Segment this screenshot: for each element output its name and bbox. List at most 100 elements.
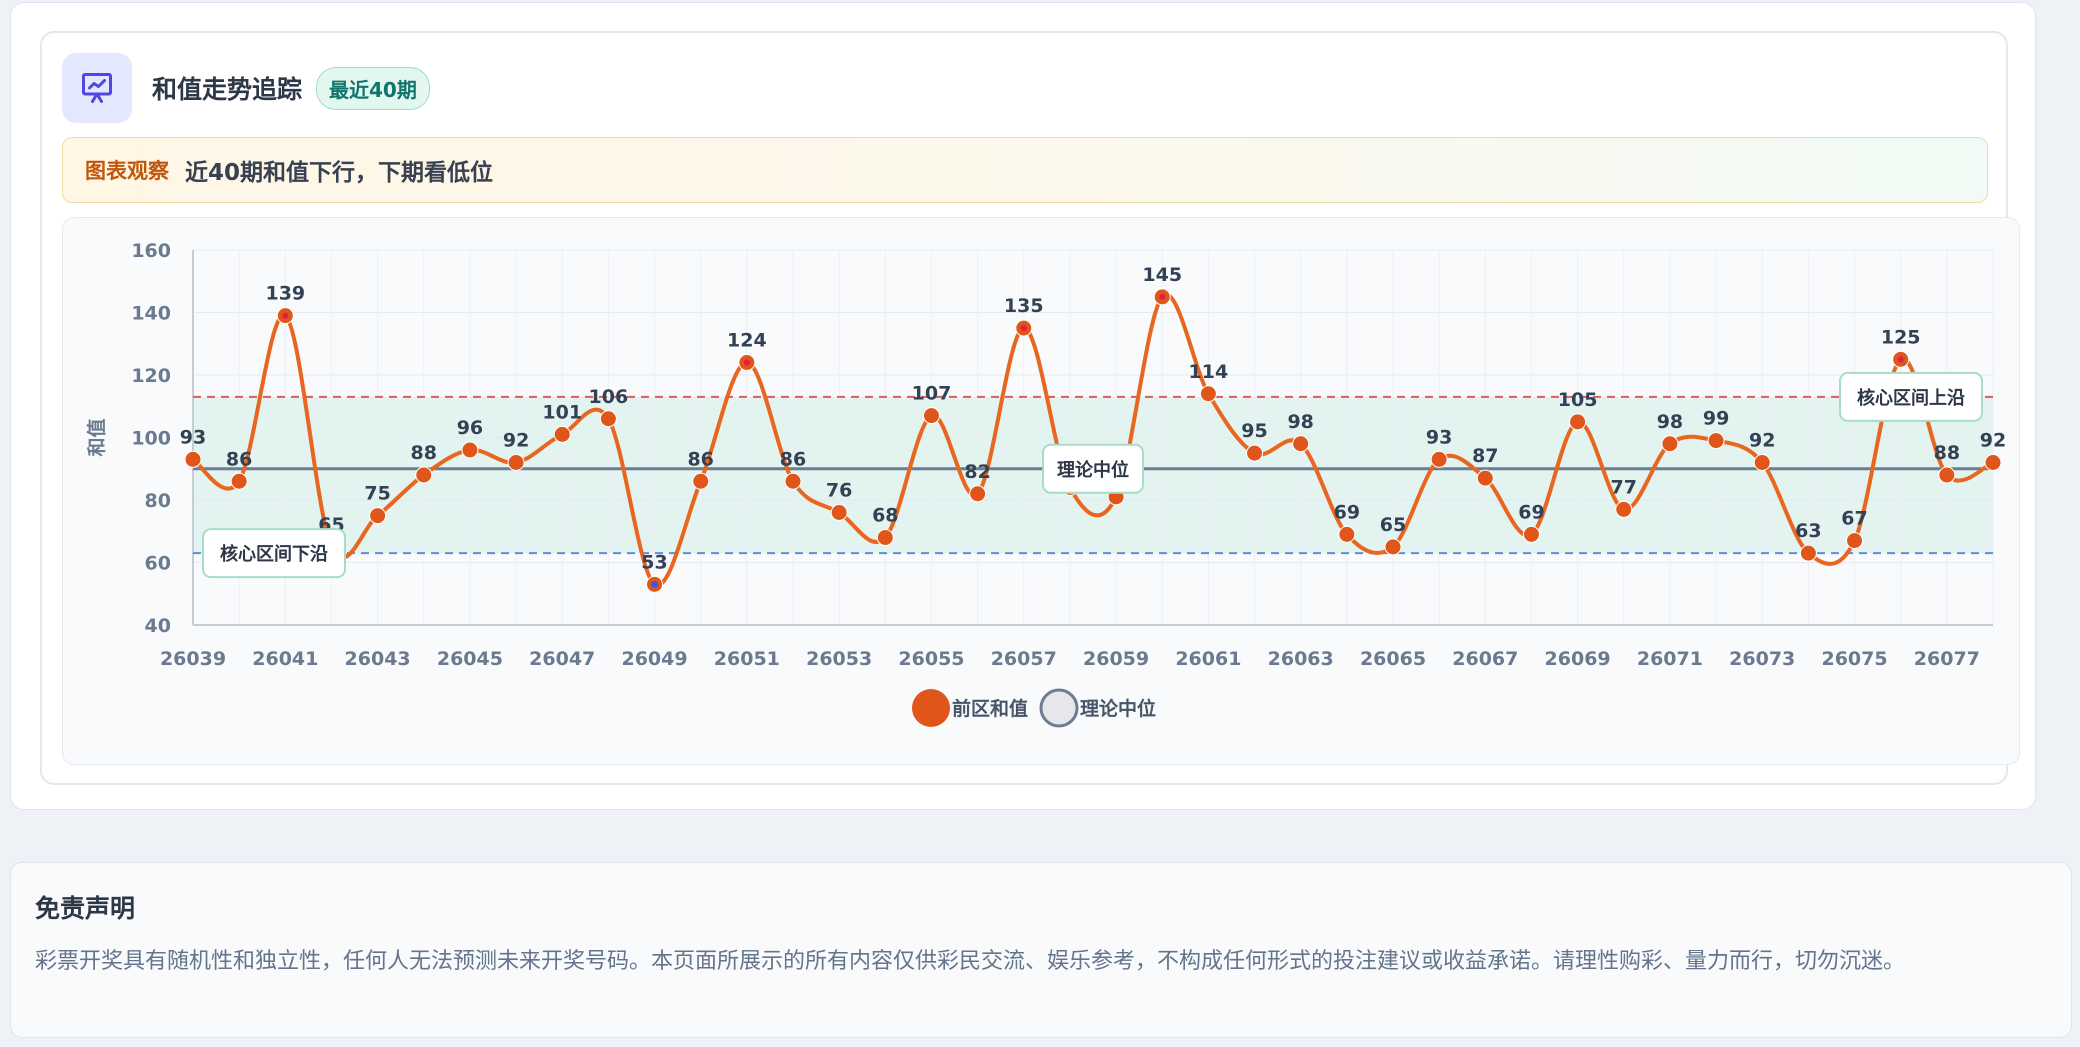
data-label: 88 <box>1934 442 1960 464</box>
data-label: 76 <box>826 480 852 502</box>
data-point <box>461 441 479 459</box>
data-label: 114 <box>1189 361 1229 383</box>
data-label: 88 <box>411 442 437 464</box>
data-point <box>553 425 571 443</box>
upper-bound-annotation: 核心区间上沿 <box>1857 387 1965 409</box>
data-label: 82 <box>964 461 990 483</box>
chart-panel: 40 60 80 100 120 140 160 26039 26041 26043 26045 26… <box>62 217 2020 765</box>
peak-marker <box>282 312 289 319</box>
data-label: 98 <box>1287 411 1313 433</box>
disclaimer-panel: 免责声明 彩票开奖具有随机性和独立性，任何人无法预测未来开奖号码。本页面所展示的… <box>10 862 2072 1038</box>
data-label: 75 <box>364 483 390 505</box>
data-point <box>1338 525 1356 543</box>
x-tick-label: 26069 <box>1545 648 1611 670</box>
data-label: 125 <box>1881 326 1921 348</box>
data-label: 107 <box>912 383 952 405</box>
data-label: 92 <box>1980 430 2006 452</box>
data-label: 67 <box>1841 508 1867 530</box>
data-label: 124 <box>727 330 767 352</box>
x-tick-label: 26077 <box>1914 648 1980 670</box>
card-header: 和值走势追踪 最近40期 <box>62 53 430 123</box>
y-tick-label: 100 <box>131 428 171 450</box>
period-badge: 最近40期 <box>316 66 430 110</box>
legend-swatch-sum <box>912 689 950 727</box>
legend-label-median: 理论中位 <box>1080 697 1156 720</box>
x-tick-label: 26067 <box>1452 648 1518 670</box>
data-label: 77 <box>1611 476 1637 498</box>
data-point <box>1246 444 1264 462</box>
y-tick-label: 60 <box>145 553 171 575</box>
data-point <box>184 450 202 468</box>
x-tick-label: 26043 <box>345 648 411 670</box>
legend-swatch-median <box>1039 688 1079 728</box>
x-tick-label: 26075 <box>1821 648 1887 670</box>
data-point <box>1476 469 1494 487</box>
data-label: 53 <box>641 551 667 573</box>
data-point <box>692 472 710 490</box>
data-label: 145 <box>1142 264 1182 286</box>
x-tick-label: 26051 <box>714 648 780 670</box>
x-tick-label: 26053 <box>806 648 872 670</box>
data-point <box>784 472 802 490</box>
data-point <box>599 410 617 428</box>
y-axis-title: 和值 <box>85 418 108 456</box>
median-annotation: 理论中位 <box>1057 459 1129 481</box>
peak-marker <box>1020 325 1027 332</box>
data-label: 87 <box>1472 445 1498 467</box>
data-point <box>1522 525 1540 543</box>
data-point <box>1938 466 1956 484</box>
x-tick-label: 26059 <box>1083 648 1149 670</box>
y-tick-label: 40 <box>145 615 171 637</box>
notice-tag: 图表观察 <box>85 159 169 183</box>
trough-marker <box>651 580 659 588</box>
data-point <box>1199 385 1217 403</box>
peak-marker <box>1897 356 1904 363</box>
x-tick-label: 26071 <box>1637 648 1703 670</box>
x-tick-label: 26049 <box>621 648 687 670</box>
data-point <box>1753 454 1771 471</box>
x-tick-label: 26045 <box>437 648 503 670</box>
data-point <box>1984 454 2002 471</box>
lower-bound-annotation: 核心区间下沿 <box>220 543 328 565</box>
data-label: 86 <box>780 448 806 470</box>
data-point <box>922 407 940 425</box>
data-label: 105 <box>1558 389 1598 411</box>
data-label: 63 <box>1795 520 1821 542</box>
legend-label-sum: 前区和值 <box>952 697 1028 720</box>
data-label: 86 <box>687 448 713 470</box>
chart-outer-card: 和值走势追踪 最近40期 图表观察 近40期和值下行，下期看低位 40 60 80 1… <box>10 2 2036 810</box>
data-point <box>876 529 894 546</box>
data-label: 92 <box>503 430 529 452</box>
data-label: 101 <box>542 401 582 423</box>
data-point <box>1661 435 1679 453</box>
data-label: 135 <box>1004 295 1044 317</box>
x-tick-label: 26057 <box>991 648 1057 670</box>
chart-card: 和值走势追踪 最近40期 图表观察 近40期和值下行，下期看低位 40 60 80 1… <box>40 31 2020 785</box>
data-label: 69 <box>1518 501 1544 523</box>
data-point <box>969 485 987 503</box>
disclaimer-title: 免责声明 <box>35 894 136 923</box>
data-label: 86 <box>226 448 252 470</box>
data-point <box>507 454 525 471</box>
y-tick-label: 160 <box>131 240 171 262</box>
data-point <box>1799 544 1817 562</box>
data-label: 139 <box>265 283 305 305</box>
data-point <box>230 472 248 490</box>
data-point <box>1846 532 1864 550</box>
data-label: 98 <box>1657 411 1683 433</box>
data-label: 95 <box>1241 420 1267 442</box>
notice-text: 近40期和值下行，下期看低位 <box>185 160 494 186</box>
data-label: 93 <box>1426 426 1452 448</box>
x-tick-label: 26063 <box>1268 648 1334 670</box>
data-label: 69 <box>1334 501 1360 523</box>
y-tick-label: 140 <box>131 303 171 325</box>
data-point <box>369 507 387 525</box>
data-point <box>1384 538 1402 556</box>
data-point <box>1707 432 1725 450</box>
card-title: 和值走势追踪 <box>152 75 303 104</box>
data-point <box>1430 450 1448 468</box>
data-label: 65 <box>1380 514 1406 536</box>
disclaimer-text: 彩票开奖具有随机性和独立性，任何人无法预测未来开奖号码。本页面所展示的所有内容仅… <box>35 949 1906 974</box>
peak-marker <box>743 359 750 366</box>
data-label: 96 <box>457 417 483 439</box>
